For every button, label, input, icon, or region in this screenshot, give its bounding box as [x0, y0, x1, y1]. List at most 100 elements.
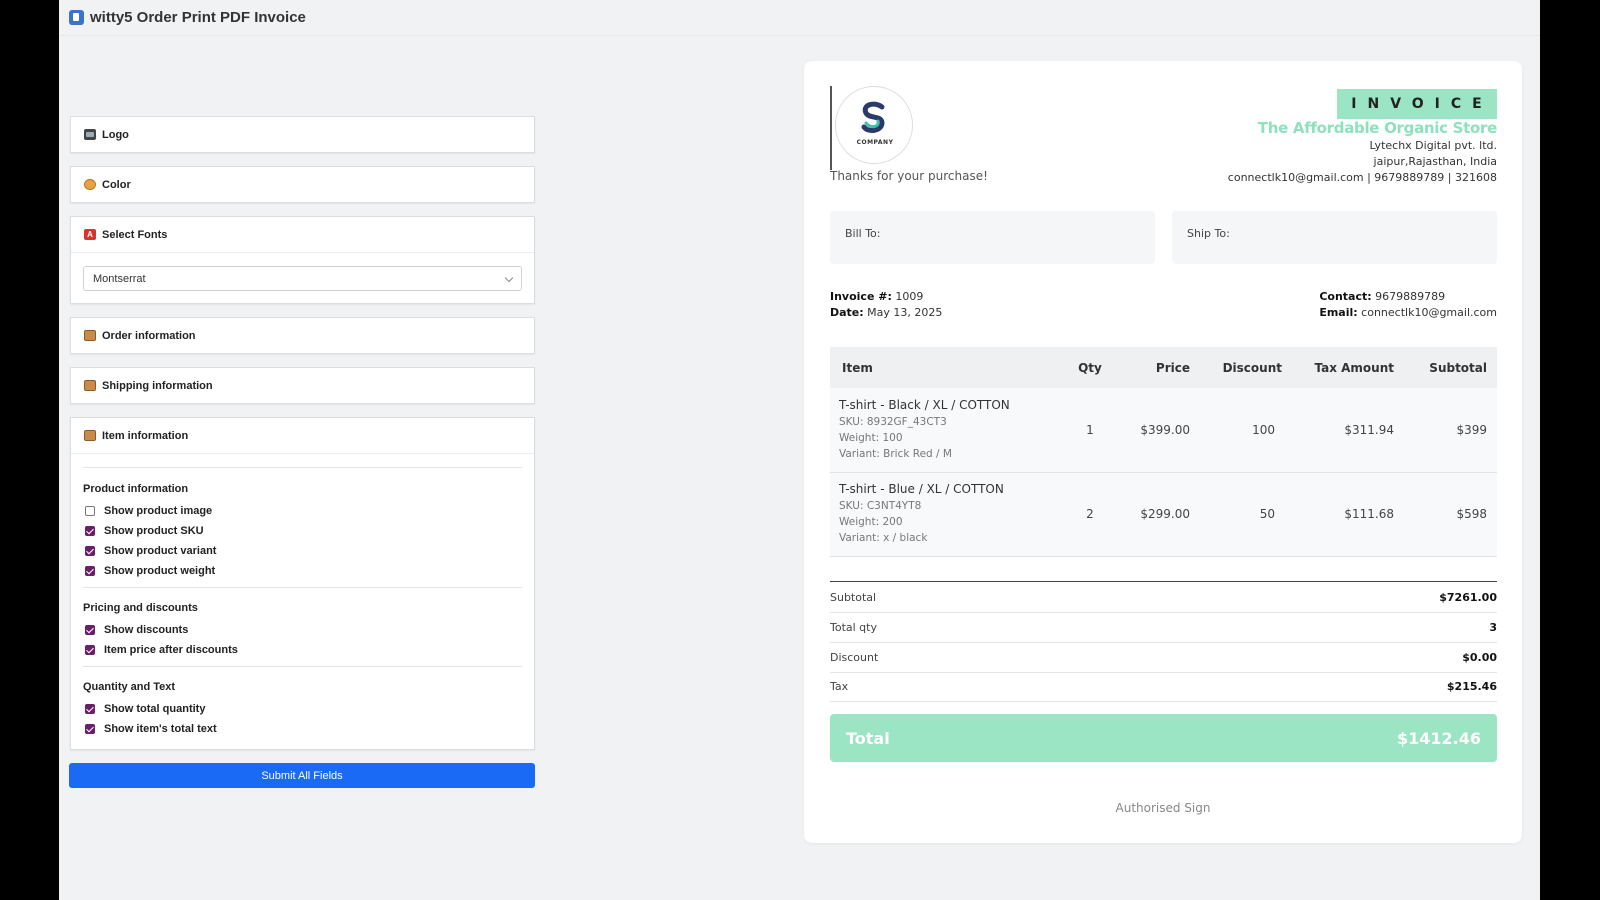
checkbox-label: Show item's total text — [104, 723, 217, 735]
font-icon: A — [84, 229, 96, 240]
checkbox-label: Show product variant — [104, 545, 217, 557]
item-variant: Variant: Brick Red / M — [839, 447, 952, 460]
invoice-preview: COMPANY Thanks for your purchase! INVOIC… — [804, 61, 1522, 843]
item-weight: Weight: 100 — [839, 431, 903, 444]
product-variant-checkbox[interactable]: Show product variant — [83, 541, 522, 561]
logo-panel-header[interactable]: Logo — [71, 117, 534, 152]
summary-label: Tax — [830, 680, 849, 693]
logo-panel: Logo — [70, 116, 535, 153]
item-cell: T-shirt - Blue / XL / COTTON SKU: C3NT4Y… — [830, 472, 1060, 556]
col-discount: Discount — [1200, 347, 1292, 388]
item-sku: SKU: 8932GF_43CT3 — [839, 415, 947, 428]
summary-divider — [830, 581, 1497, 582]
title-bar: witty5 Order Print PDF Invoice — [59, 0, 1540, 36]
font-select-value: Montserrat — [93, 272, 146, 285]
col-item: Item — [830, 347, 1060, 388]
show-discounts-checkbox[interactable]: Show discounts — [83, 620, 522, 640]
invoice-number: 1009 — [895, 290, 924, 303]
fonts-panel: A Select Fonts Montserrat — [70, 216, 535, 304]
shipping-panel-header[interactable]: Shipping information — [71, 368, 534, 403]
color-panel-header[interactable]: Color — [71, 167, 534, 202]
company-name: Lytechx Digital pvt. ltd. — [1369, 139, 1497, 152]
ship-to-label: Ship To: — [1187, 227, 1230, 240]
app-title: witty5 Order Print PDF Invoice — [90, 9, 306, 26]
color-panel-title: Color — [102, 178, 131, 191]
checkbox-label: Show product image — [104, 505, 213, 517]
item-sku: SKU: C3NT4YT8 — [839, 500, 922, 512]
item-discount: 50 — [1259, 507, 1275, 521]
item-qty: 1 — [1086, 422, 1094, 437]
fonts-panel-body: Montserrat — [71, 252, 534, 303]
checkbox-checked[interactable] — [85, 704, 95, 714]
company-location: jaipur,Rajasthan, India — [1373, 155, 1497, 168]
item-cell: T-shirt - Black / XL / COTTON SKU: 8932G… — [830, 388, 1060, 472]
checkbox-checked[interactable] — [85, 566, 95, 576]
contact-meta: Contact: 9679889789 Email: connectlk10@g… — [1319, 289, 1497, 321]
shipping-panel: Shipping information — [70, 367, 535, 404]
order-panel-header[interactable]: Order information — [71, 318, 534, 353]
summary-label: Discount — [830, 651, 879, 664]
summary-qty: Total qty 3 — [830, 613, 1497, 643]
item-discount: 100 — [1252, 422, 1275, 437]
product-image-checkbox[interactable]: Show product image — [83, 501, 522, 521]
item-name: T-shirt - Black / XL / COTTON — [839, 397, 1010, 412]
contact-label: Contact: — [1319, 290, 1372, 303]
total-bar: Total $1412.46 — [830, 714, 1497, 762]
shipping-panel-title: Shipping information — [102, 379, 213, 392]
checkbox-label: Item price after discounts — [104, 644, 238, 656]
pricing-group-title: Pricing and discounts — [83, 602, 198, 614]
col-tax: Tax Amount — [1292, 347, 1404, 388]
package-icon — [84, 330, 96, 341]
item-name: T-shirt - Blue / XL / COTTON — [839, 482, 1004, 496]
invoice-badge: INVOICE — [1337, 89, 1497, 119]
total-text-checkbox[interactable]: Show item's total text — [83, 719, 522, 739]
bill-to-box: Bill To: — [830, 211, 1155, 264]
total-value: $1412.46 — [1396, 728, 1481, 748]
checkbox-label: Show product weight — [104, 565, 216, 577]
item-panel-header[interactable]: Item information — [71, 418, 534, 453]
summary-label: Subtotal — [830, 591, 877, 604]
product-weight-checkbox[interactable]: Show product weight — [83, 561, 522, 581]
summary-value: $7261.00 — [1439, 591, 1497, 604]
submit-all-button[interactable]: Submit All Fields — [69, 763, 535, 788]
company-logo: COMPANY — [830, 86, 913, 170]
quantity-group-title: Quantity and Text — [83, 681, 176, 693]
checkbox-checked[interactable] — [85, 645, 95, 655]
checkbox-checked[interactable] — [85, 625, 95, 635]
item-variant: Variant: x / black — [839, 532, 928, 544]
fonts-panel-header[interactable]: A Select Fonts — [71, 217, 534, 252]
package-icon — [84, 430, 96, 441]
price-after-discounts-checkbox[interactable]: Item price after discounts — [83, 640, 522, 660]
item-panel-title: Item information — [102, 429, 189, 442]
checkbox-label: Show discounts — [104, 624, 189, 636]
invoice-number-label: Invoice #: — [830, 290, 892, 303]
checkbox-checked[interactable] — [85, 724, 95, 734]
divider — [83, 587, 522, 588]
date-label: Date: — [830, 306, 864, 319]
package-icon — [84, 380, 96, 391]
product-sku-checkbox[interactable]: Show product SKU — [83, 521, 522, 541]
checkbox-label: Show total quantity — [104, 703, 206, 715]
palette-icon — [84, 179, 96, 190]
total-quantity-checkbox[interactable]: Show total quantity — [83, 699, 522, 719]
email-label: Email: — [1319, 306, 1358, 319]
authorised-sign: Authorised Sign — [1115, 801, 1211, 815]
app-window: witty5 Order Print PDF Invoice Logo Colo… — [59, 0, 1540, 900]
item-price: $299.00 — [1140, 507, 1190, 521]
item-weight: Weight: 200 — [839, 516, 903, 528]
checkbox-checked[interactable] — [85, 546, 95, 556]
logo-circle: COMPANY — [835, 86, 913, 164]
summary-value: $0.00 — [1462, 651, 1497, 664]
bill-to-label: Bill To: — [845, 227, 881, 240]
col-subtotal: Subtotal — [1404, 347, 1497, 388]
pdf-doc-icon — [69, 10, 84, 25]
company-logo-icon — [861, 101, 885, 133]
checkbox-checked[interactable] — [85, 526, 95, 536]
divider — [83, 666, 522, 667]
company-contact: connectlk10@gmail.com | 9679889789 | 321… — [1227, 171, 1497, 184]
table-header-row: Item Qty Price Discount Tax Amount Subto… — [830, 347, 1497, 388]
font-select[interactable]: Montserrat — [83, 266, 522, 291]
col-qty: Qty — [1060, 347, 1120, 388]
divider — [83, 467, 522, 468]
checkbox-unchecked[interactable] — [85, 506, 95, 516]
